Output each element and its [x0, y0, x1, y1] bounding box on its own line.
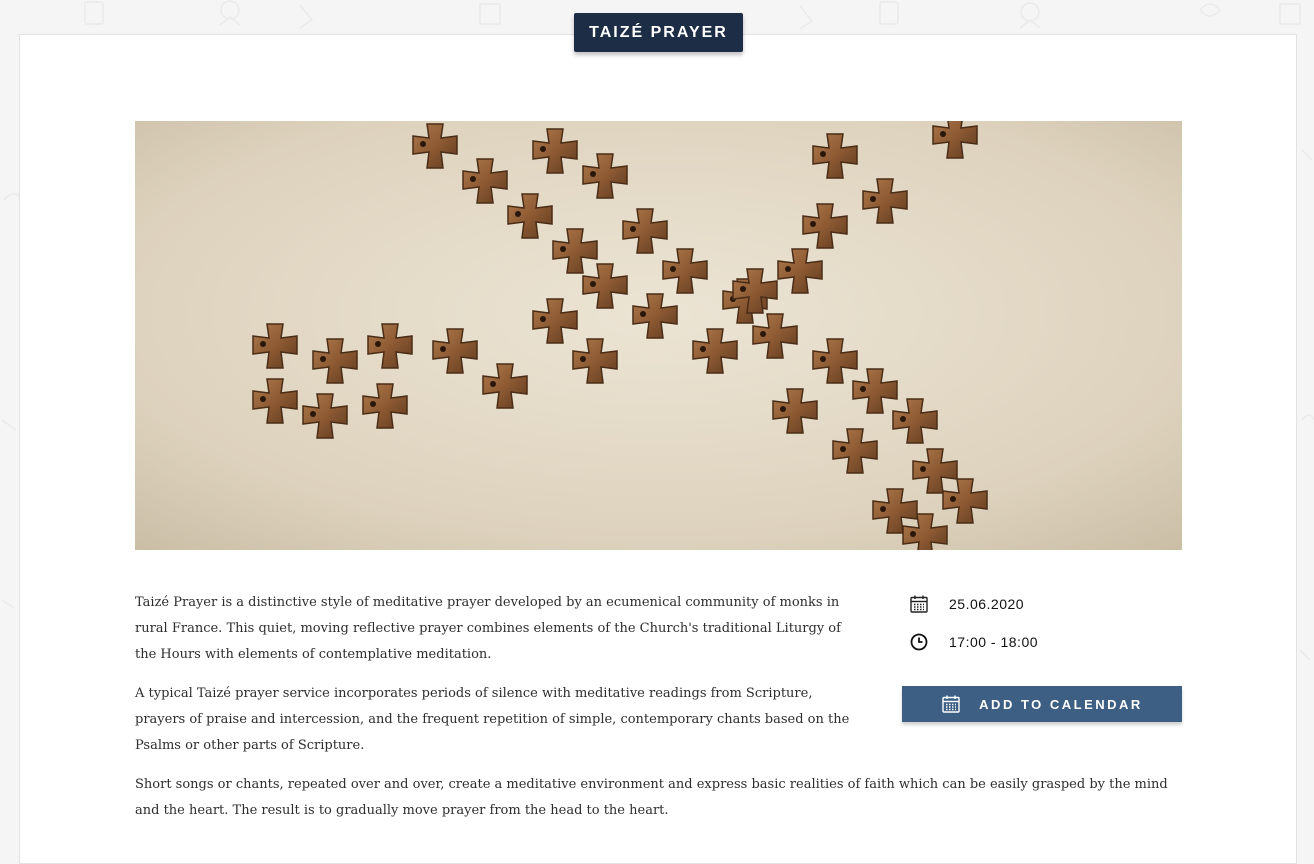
hero-image	[135, 121, 1182, 550]
description-paragraph: A typical Taizé prayer service incorpora…	[135, 686, 850, 753]
event-time-value: 17:00 - 18:00	[949, 634, 1039, 650]
event-time: 17:00 - 18:00	[909, 632, 1038, 652]
page-title: TAIZÉ PRAYER	[574, 13, 743, 52]
description-paragraph: Short songs or chants, repeated over and…	[135, 777, 1168, 818]
calendar-icon	[909, 594, 929, 614]
event-description-continued: Short songs or chants, repeated over and…	[135, 772, 1183, 824]
event-date: 25.06.2020	[909, 594, 1024, 614]
calendar-icon	[941, 694, 961, 714]
add-to-calendar-label: ADD TO CALENDAR	[979, 696, 1143, 712]
description-paragraph: Taizé Prayer is a distinctive style of m…	[135, 595, 841, 662]
event-date-value: 25.06.2020	[949, 596, 1025, 612]
clock-icon	[909, 632, 929, 652]
add-to-calendar-button[interactable]: ADD TO CALENDAR	[902, 686, 1182, 722]
event-description: Taizé Prayer is a distinctive style of m…	[135, 590, 863, 772]
